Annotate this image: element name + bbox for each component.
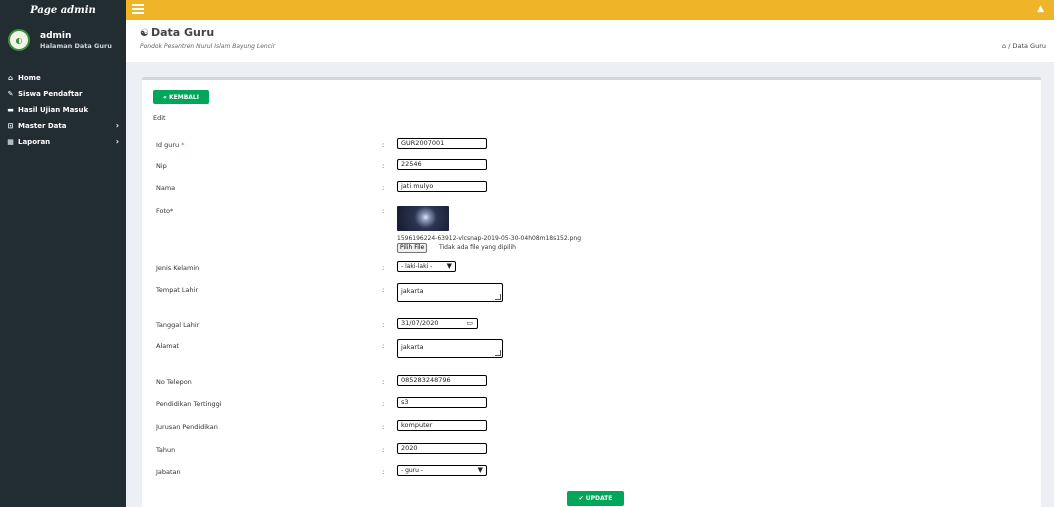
update-label: UPDATE — [585, 495, 613, 502]
home-icon: ⌂ — [7, 74, 13, 82]
colon: : — [382, 286, 385, 294]
page-title: ☯ Data Guru — [140, 26, 214, 39]
user-role: Halaman Data Guru — [40, 41, 112, 50]
resize-handle-icon[interactable] — [495, 294, 501, 300]
colon: : — [382, 423, 385, 431]
pendidikan-input[interactable]: s3 — [397, 397, 487, 408]
tahun-input[interactable]: 2020 — [397, 443, 487, 454]
jabatan-select[interactable]: - guru - ▼ — [397, 465, 487, 476]
colon: : — [382, 207, 385, 215]
field-label: Tempat Lahir — [156, 286, 199, 294]
sidebar-item-label: Hasil Ujian Masuk — [18, 106, 89, 114]
calendar-icon: ▦ — [7, 138, 14, 146]
photo-filename: 1596196224-63912-vlcsnap-2019-05-30-04h0… — [397, 235, 582, 242]
home-icon[interactable]: ⌂ — [1002, 42, 1006, 50]
sidebar-item-laporan[interactable]: ▦ Laporan › — [0, 134, 126, 150]
required-mark: * — [181, 141, 185, 149]
colon: : — [382, 378, 385, 386]
calendar-icon[interactable]: ▭ — [466, 319, 473, 328]
field-label: Jabatan — [156, 468, 181, 476]
user-panel: ◐ admin Halaman Data Guru — [0, 20, 126, 60]
user-name: admin — [40, 30, 72, 41]
alamat-textarea[interactable]: jakarta — [397, 339, 503, 358]
top-navbar: ▲ — [126, 0, 1054, 20]
sidebar-item-label: Master Data — [18, 122, 67, 130]
menu-toggle-icon[interactable] — [132, 4, 144, 16]
colon: : — [382, 184, 385, 192]
chevron-right-icon: › — [115, 137, 119, 146]
field-label: Id guru * — [156, 141, 184, 149]
field-label: Tanggal Lahir — [156, 321, 200, 329]
avatar: ◐ — [8, 29, 30, 51]
field-label: Foto* — [156, 207, 174, 215]
field-label: Alamat — [156, 342, 180, 350]
chevron-down-icon: ▼ — [477, 466, 483, 474]
sidebar: ◐ admin Halaman Data Guru ⌂ Home ✎ Siswa… — [0, 20, 126, 507]
field-label: Pendidikan Tertinggi — [156, 400, 222, 408]
field-label: Jenis Kelamin — [156, 264, 200, 272]
users-icon: ☯ — [140, 28, 149, 39]
back-button[interactable]: « KEMBALI — [153, 90, 209, 104]
page-title-text: Data Guru — [150, 26, 215, 39]
user-icon[interactable]: ▲ — [1037, 4, 1044, 14]
jenis-kelamin-select[interactable]: - laki-laki - ▼ — [397, 261, 456, 272]
choose-file-button[interactable]: Pilih File — [397, 243, 428, 253]
tempat-lahir-textarea[interactable]: jakarta — [397, 283, 503, 302]
file-status: Tidak ada file yang dipilih — [439, 244, 516, 251]
breadcrumb: ⌂ / Data Guru — [1002, 42, 1046, 50]
sidebar-item-label: Home — [18, 74, 41, 82]
content-header: ☯ Data Guru Pondok Pesantren Nurul Islam … — [126, 20, 1054, 62]
chevron-right-icon: › — [115, 121, 119, 130]
id-guru-input[interactable]: GUR2007001 — [397, 138, 487, 149]
sidebar-item-label: Siswa Pendaftar — [18, 90, 83, 98]
colon: : — [382, 400, 385, 408]
update-button[interactable]: ✔ UPDATE — [567, 491, 624, 506]
sidebar-menu: ⌂ Home ✎ Siswa Pendaftar ▬ Hasil Ujian M… — [0, 70, 126, 150]
tanggal-lahir-input[interactable]: 31/07/2020 ▭ — [397, 318, 478, 329]
sidebar-item-home[interactable]: ⌂ Home — [0, 70, 126, 86]
no-telepon-input[interactable]: 085283248796 — [397, 375, 487, 386]
colon: : — [382, 264, 385, 272]
colon: : — [382, 468, 385, 476]
sidebar-item-label: Laporan — [18, 138, 51, 146]
colon: : — [382, 342, 385, 350]
sidebar-item-hasil-ujian[interactable]: ▬ Hasil Ujian Masuk — [0, 102, 126, 118]
colon: : — [382, 446, 385, 454]
date-value: 31/07/2020 — [401, 319, 439, 327]
pencil-icon: ✎ — [7, 90, 14, 98]
nama-input[interactable]: jati mulyo — [397, 181, 487, 192]
brand-logo[interactable]: Page admin — [0, 0, 126, 20]
field-label: Jurusan Pendidikan — [156, 423, 218, 431]
page-subtitle: Pondok Pesantren Nurul Islam Bayung Lenc… — [140, 43, 276, 50]
edit-form-card: « KEMBALI Edit Id guru * : GUR2007001 Ni… — [142, 77, 1041, 507]
breadcrumb-current: / Data Guru — [1008, 42, 1046, 50]
field-label: No Telepon — [156, 378, 192, 386]
field-label: Nama — [156, 184, 176, 192]
selected-value: - guru - — [401, 467, 424, 474]
form-mode-label: Edit — [153, 114, 166, 122]
colon: : — [382, 321, 385, 329]
back-label: KEMBALI — [168, 93, 199, 101]
resize-handle-icon[interactable] — [495, 350, 501, 356]
colon: : — [382, 141, 385, 149]
field-label: Tahun — [156, 446, 176, 454]
field-label: Nip — [156, 162, 167, 170]
jurusan-input[interactable]: komputer — [397, 420, 487, 431]
sidebar-item-master-data[interactable]: ⊡ Master Data › — [0, 118, 126, 134]
selected-value: - laki-laki - — [401, 263, 433, 270]
book-icon: ▬ — [7, 106, 14, 114]
chevron-down-icon: ▼ — [446, 262, 452, 270]
nip-input[interactable]: 22546 — [397, 159, 487, 170]
label-text: Id guru — [156, 141, 180, 149]
photo-thumbnail — [397, 206, 449, 231]
colon: : — [382, 162, 385, 170]
user-info: admin Halaman Data Guru — [40, 31, 112, 50]
sidebar-item-siswa-pendaftar[interactable]: ✎ Siswa Pendaftar — [0, 86, 126, 102]
textarea-value: jakarta — [401, 287, 424, 295]
textarea-value: jakarta — [401, 343, 424, 351]
edit-icon: ⊡ — [7, 122, 14, 130]
